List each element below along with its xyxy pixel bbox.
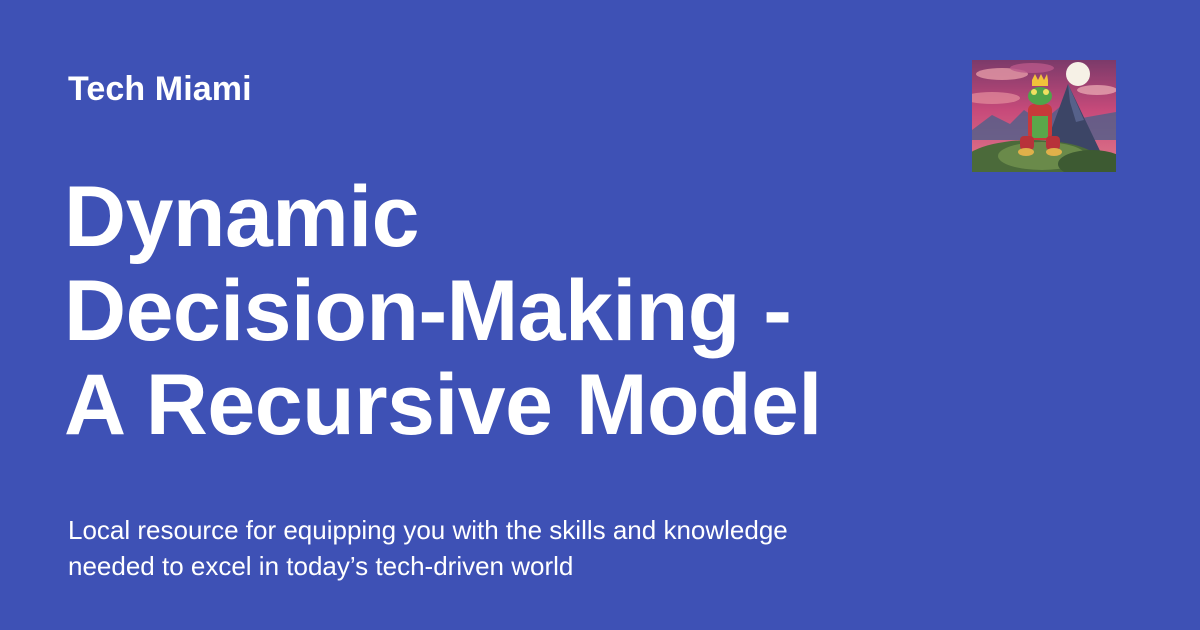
title-line-1: Dynamic <box>64 169 420 265</box>
og-card: Tech Miami Dynamic Decision-Making - A R… <box>0 0 1200 630</box>
thumbnail-image <box>972 60 1116 172</box>
description-line-2: needed to excel in today’s tech-driven w… <box>68 551 574 581</box>
site-name: Tech Miami <box>68 70 252 108</box>
page-description: Local resource for equipping you with th… <box>68 512 888 584</box>
frog-king-icon <box>972 60 1116 172</box>
title-line-3: A Recursive Model <box>64 357 822 453</box>
title-line-2: Decision-Making - <box>64 263 792 359</box>
description-line-1: Local resource for equipping you with th… <box>68 515 788 545</box>
page-title: Dynamic Decision-Making - A Recursive Mo… <box>64 170 964 452</box>
